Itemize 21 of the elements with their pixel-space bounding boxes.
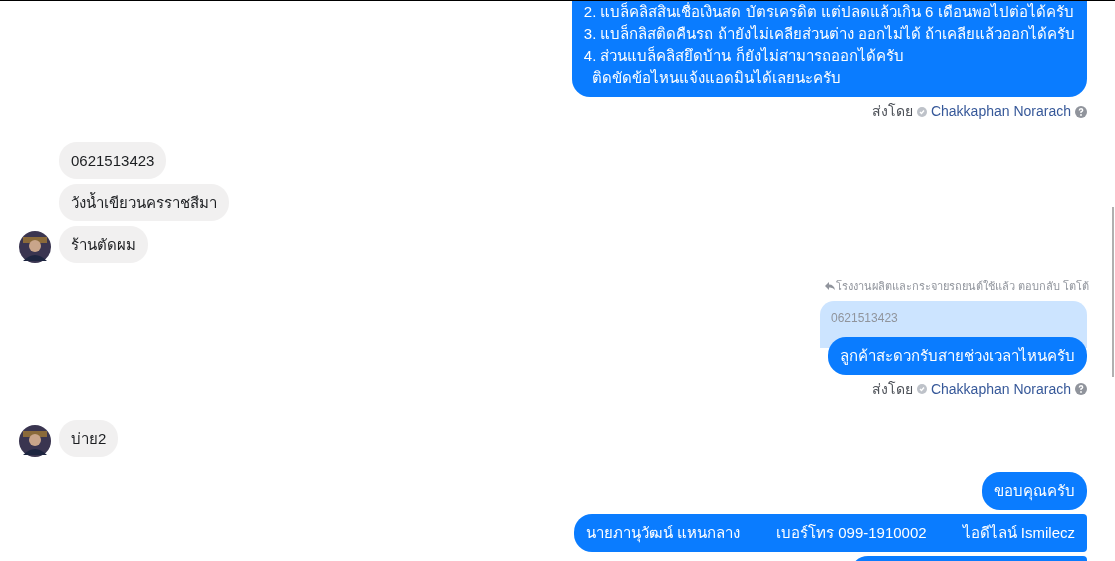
- sent-by-label: ส่งโดย: [871, 102, 913, 121]
- scrollbar[interactable]: [1112, 207, 1114, 377]
- check-icon: [916, 106, 927, 117]
- avatar: [19, 424, 51, 457]
- avatar: [19, 231, 51, 263]
- message-bubble: 2. แบล็คลิสสินเชื่อเงินสด บัตรเครดิต แต่ปลดแล้วเกิน 6 เดือนพอไปต่อได้ครับ 3. แบล็กลิสติดคืนรถ ถ้ายังไม่เคลียส่วนต่าง ออกไม่ได้ ถ้าเคลียแล้วออกได้ครับ 4. ส่วนแบล็คลิสยึดบ้าน ก็ยังไม่สามารถออกได้ครับ ติดขัดข้อไหนแจ้งแอดมินได้เลยนะครับ: [571, 1, 1087, 97]
- reply-context: โรงงานผลิตและกระจายรถยนต์ใช้แล้ว ตอบกลับ โตโต้: [835, 279, 1089, 294]
- reply-arrow-icon: [824, 282, 835, 291]
- message-bubble: 0621513423: [59, 142, 167, 179]
- message-bubble: นายภานุวัฒน์ แหนกลาง เบอร์โทร 099-1910002 ไอดีไลน์ Ismilecz: [573, 513, 1087, 552]
- message-bubble: ลูกค้าสะดวกรับสายช่วงเวลาไหนครับ: [828, 336, 1087, 375]
- check-icon: [916, 384, 927, 394]
- sent-by-label: ส่งโดย: [871, 379, 913, 399]
- message-bubble: ร้านตัดผม: [59, 226, 148, 263]
- help-icon[interactable]: [1075, 105, 1087, 118]
- help-icon[interactable]: [1075, 383, 1087, 395]
- sender-name-link[interactable]: Chakkaphan Norarach: [930, 378, 1071, 400]
- sender-name-link[interactable]: Chakkaphan Norarach: [930, 101, 1071, 122]
- message-bubble: บ่าย2: [59, 419, 119, 457]
- message-bubble: ขอบคุณครับ: [982, 471, 1087, 510]
- message-bubble: วังน้ำเขียวนครราชสีมา: [59, 184, 229, 221]
